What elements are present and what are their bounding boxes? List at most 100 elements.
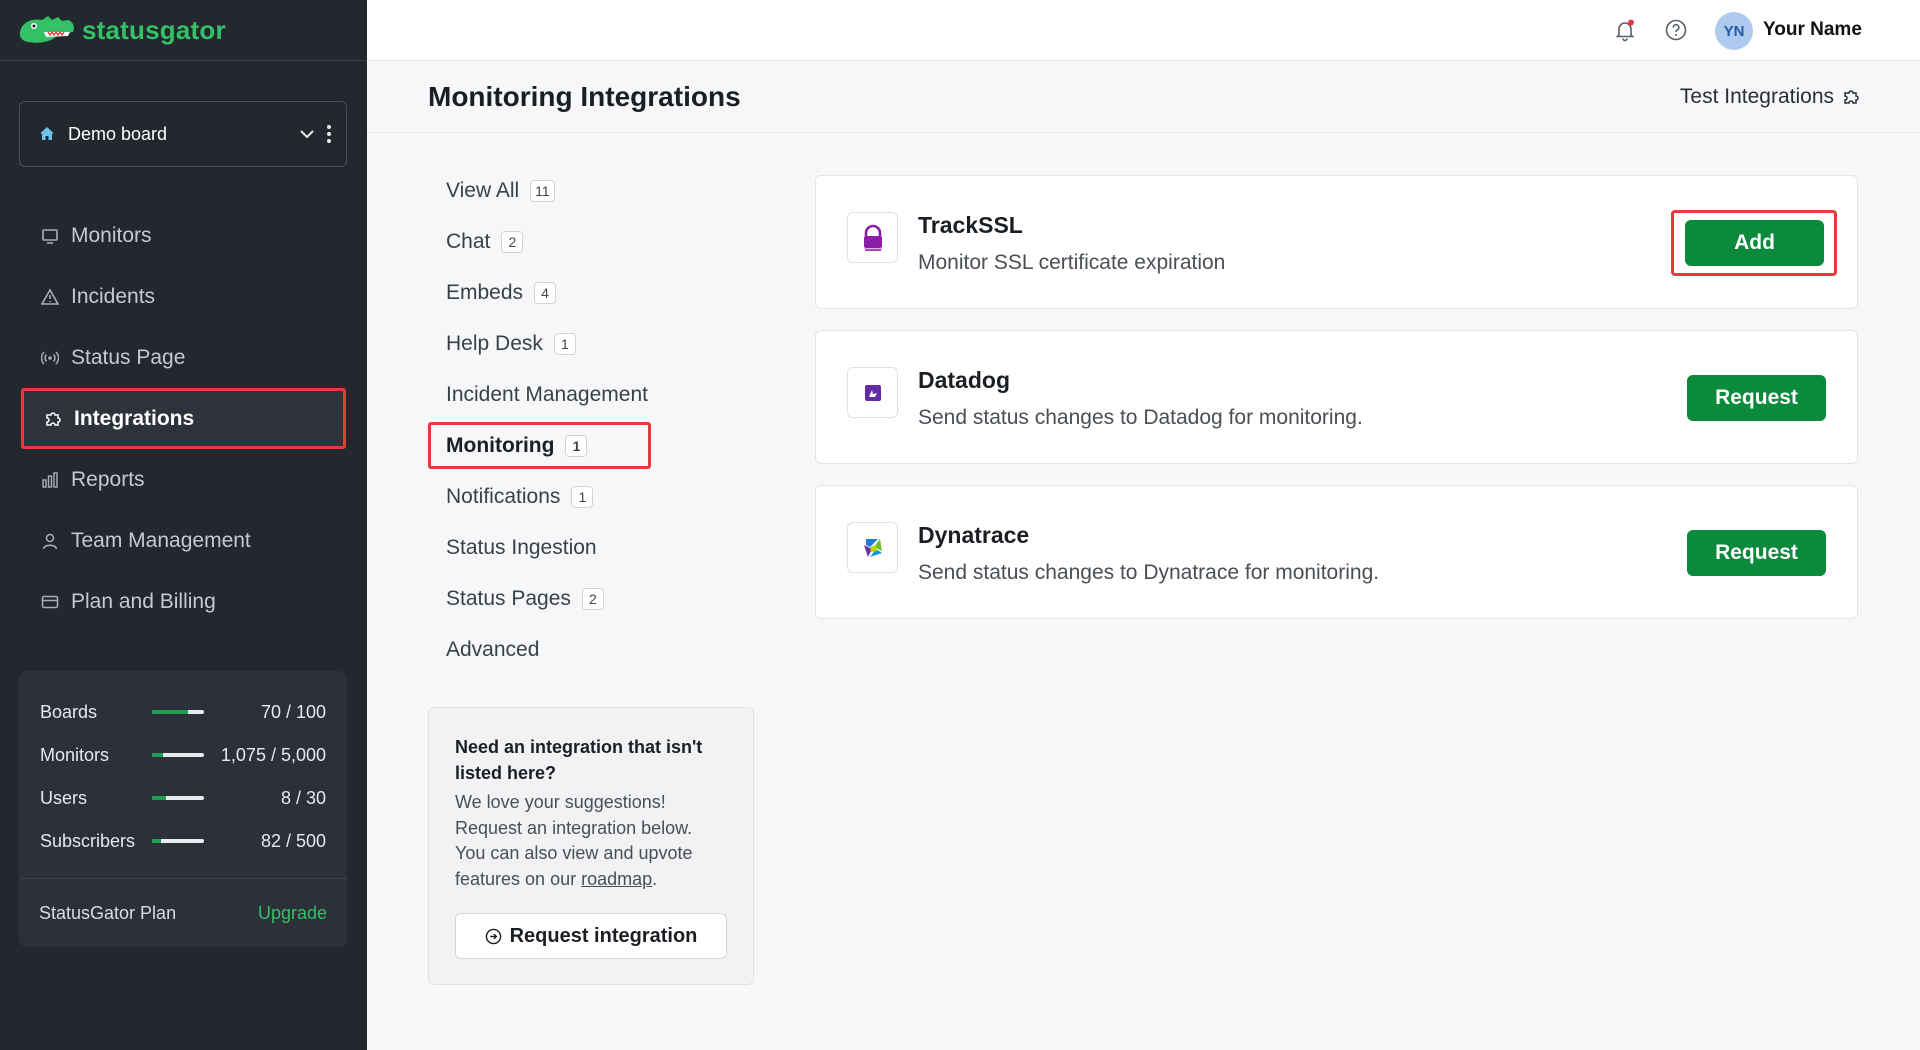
- sidebar-item-incidents[interactable]: Incidents: [0, 266, 367, 327]
- help-icon[interactable]: [1664, 18, 1688, 42]
- usage-bar-fill: [152, 796, 166, 800]
- usage-label: Users: [40, 787, 88, 808]
- roadmap-link[interactable]: roadmap: [581, 869, 652, 889]
- avatar[interactable]: YN: [1715, 12, 1753, 50]
- category-incident-management[interactable]: Incident Management: [428, 369, 658, 420]
- usage-row-monitors: Monitors 1,075 / 5,000: [40, 743, 326, 767]
- datadog-logo: [847, 367, 898, 418]
- category-help-desk[interactable]: Help Desk 1: [428, 318, 658, 369]
- sidebar-item-monitors[interactable]: Monitors: [0, 205, 367, 266]
- brand[interactable]: statusgator: [0, 0, 367, 61]
- highlight-box: Add: [1671, 210, 1837, 276]
- category-label: Notifications: [446, 484, 561, 508]
- request-integration-label: Request integration: [509, 924, 698, 947]
- gator-logo-icon: [19, 16, 74, 43]
- integration-card-datadog: Datadog Send status changes to Datadog f…: [815, 330, 1858, 464]
- usage-row-subscribers: Subscribers 82 / 500: [40, 829, 326, 853]
- sidebar-item-label: Plan and Billing: [71, 589, 216, 613]
- integration-name: TrackSSL: [918, 212, 1023, 238]
- sidebar-item-reports[interactable]: Reports: [0, 449, 367, 510]
- page-title: Monitoring Integrations: [428, 81, 741, 112]
- category-count: 1: [565, 434, 588, 457]
- sidebar-item-integrations[interactable]: Integrations: [21, 388, 346, 449]
- sidebar-item-team-management[interactable]: Team Management: [0, 510, 367, 571]
- datadog-icon: [864, 384, 881, 401]
- integration-description: Send status changes to Dynatrace for mon…: [918, 561, 1380, 584]
- request-button[interactable]: Request: [1687, 530, 1826, 576]
- sidebar-item-plan-billing[interactable]: Plan and Billing: [0, 571, 367, 632]
- brand-name: statusgator: [82, 14, 226, 45]
- monitor-icon: [42, 228, 58, 244]
- usage-label: Boards: [40, 701, 98, 722]
- sidebar: statusgator Demo board Monitors Incident…: [0, 0, 367, 1050]
- topbar: YN Your Name: [367, 0, 1920, 61]
- category-status-ingestion[interactable]: Status Ingestion: [428, 522, 658, 573]
- usage-panel: Boards 70 / 100 Monitors 1,075 / 5,000 U…: [19, 671, 347, 947]
- suggestion-text-end: .: [652, 868, 658, 889]
- category-advanced[interactable]: Advanced: [428, 624, 658, 675]
- board-name: Demo board: [68, 123, 168, 144]
- category-label: Embeds: [446, 280, 524, 304]
- usage-bar-fill: [152, 753, 164, 757]
- category-label: Help Desk: [446, 331, 543, 355]
- arrow-circle-right-icon: [485, 928, 501, 944]
- category-count: 2: [581, 587, 604, 610]
- integration-name: Dynatrace: [918, 522, 1030, 548]
- test-integrations-label: Test Integrations: [1679, 85, 1834, 108]
- usage-value: 1,075 / 5,000: [220, 744, 326, 765]
- test-integrations-link[interactable]: Test Integrations: [1680, 85, 1860, 109]
- category-notifications[interactable]: Notifications 1: [428, 471, 658, 522]
- add-button[interactable]: Add: [1685, 220, 1824, 266]
- integration-card-dynatrace: Dynatrace Send status changes to Dynatra…: [815, 485, 1858, 619]
- category-chat[interactable]: Chat 2: [428, 216, 658, 267]
- divider: [19, 878, 347, 879]
- category-count: 1: [571, 485, 594, 508]
- usage-bar-fill: [152, 839, 161, 843]
- usage-value: 8 / 30: [280, 787, 326, 808]
- usage-value: 82 / 500: [260, 830, 326, 851]
- sidebar-item-label: Monitors: [71, 223, 152, 247]
- usage-bar: [152, 710, 204, 714]
- puzzle-icon: [46, 411, 61, 426]
- bar-chart-icon: [42, 471, 58, 488]
- usage-row-boards: Boards 70 / 100: [40, 700, 326, 724]
- integration-card-trackssl: TrackSSL Monitor SSL certificate expirat…: [815, 175, 1858, 309]
- usage-bar-fill: [152, 710, 189, 714]
- plan-label: StatusGator Plan: [39, 903, 177, 923]
- warning-icon: [41, 287, 59, 305]
- sidebar-item-status-page[interactable]: Status Page: [0, 327, 367, 388]
- request-button[interactable]: Request: [1687, 375, 1826, 421]
- plan-row: StatusGator Plan Upgrade: [39, 903, 327, 924]
- more-vertical-icon[interactable]: [326, 124, 332, 144]
- dynatrace-icon: [863, 538, 882, 557]
- user-icon: [42, 533, 58, 549]
- home-icon: [40, 127, 54, 140]
- dynatrace-logo: [847, 522, 898, 573]
- sidebar-nav: Monitors Incidents Status Page Integrati…: [0, 205, 367, 632]
- integration-description: Send status changes to Datadog for monit…: [918, 406, 1363, 429]
- request-integration-button[interactable]: Request integration: [455, 913, 727, 959]
- board-selector[interactable]: Demo board: [19, 101, 347, 167]
- category-embeds[interactable]: Embeds 4: [428, 267, 658, 318]
- chevron-down-icon[interactable]: [298, 125, 316, 143]
- user-name[interactable]: Your Name: [1763, 19, 1862, 41]
- page-header: Monitoring Integrations Test Integration…: [367, 61, 1920, 133]
- category-label: Advanced: [446, 637, 540, 661]
- category-monitoring[interactable]: Monitoring 1: [428, 422, 651, 469]
- upgrade-link[interactable]: Upgrade: [258, 903, 327, 924]
- category-label: View All: [446, 178, 520, 202]
- puzzle-icon: [1844, 90, 1859, 104]
- usage-row-users: Users 8 / 30: [40, 786, 326, 810]
- usage-bar: [152, 839, 204, 843]
- category-count: 4: [534, 281, 557, 304]
- broadcast-icon: [41, 350, 59, 365]
- category-status-pages[interactable]: Status Pages 2: [428, 573, 658, 624]
- sidebar-item-label: Status Page: [71, 345, 186, 369]
- sidebar-item-label: Integrations: [74, 406, 195, 430]
- bell-icon[interactable]: [1613, 18, 1637, 42]
- sidebar-item-label: Incidents: [71, 284, 156, 308]
- usage-label: Subscribers: [40, 830, 136, 851]
- usage-value: 70 / 100: [260, 701, 326, 722]
- usage-bar: [152, 753, 204, 757]
- category-view-all[interactable]: View All 11: [428, 165, 658, 216]
